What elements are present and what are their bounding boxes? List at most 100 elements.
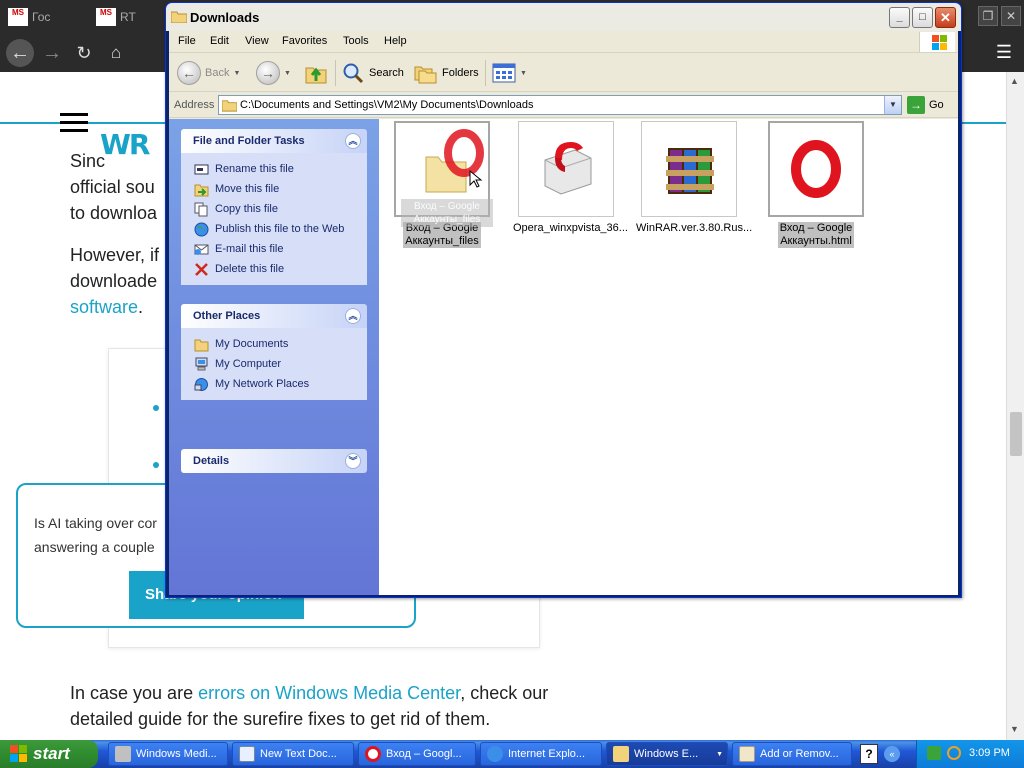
panel-body: Rename this file Move this file Copy thi…: [181, 153, 367, 285]
browser-tab-label: Гос: [32, 10, 51, 24]
software-link[interactable]: software: [70, 297, 138, 317]
task-copy[interactable]: Copy this file: [181, 199, 367, 219]
task-publish[interactable]: Publish this file to the Web: [181, 219, 367, 239]
panel-header[interactable]: Other Places ︽: [181, 304, 367, 328]
close-icon[interactable]: ✕: [1001, 6, 1021, 26]
chevron-down-icon[interactable]: ▼: [884, 96, 901, 114]
chevron-down-icon: ▼: [520, 69, 527, 77]
file-thumbnail: [518, 121, 614, 217]
task-delete[interactable]: Delete this file: [181, 259, 367, 279]
place-label: My Computer: [215, 358, 282, 370]
article-line: detailed guide for the surefire fixes to…: [70, 709, 491, 729]
panel-header[interactable]: File and Folder Tasks ︽: [181, 129, 367, 153]
back-arrow-icon[interactable]: ←: [6, 39, 34, 67]
back-button[interactable]: ← Back ▼: [177, 60, 240, 86]
search-icon[interactable]: [947, 746, 961, 760]
address-input[interactable]: C:\Documents and Settings\VM2\My Documen…: [218, 95, 902, 115]
collapse-icon[interactable]: ︽: [345, 308, 361, 324]
file-name-line: WinRAR.ver.3.80.Rus...: [636, 222, 753, 234]
search-button[interactable]: Search: [341, 60, 404, 86]
file-list-view[interactable]: Вход – Google Аккаунты_files Opera_winxp…: [379, 119, 958, 595]
task-email[interactable]: E-mail this file: [181, 239, 367, 259]
minimize-icon[interactable]: _: [889, 7, 910, 28]
browser-scrollbar[interactable]: ▲ ▼: [1006, 72, 1024, 740]
survey-line: Is AI taking over cor: [34, 515, 157, 531]
task-move[interactable]: Move this file: [181, 179, 367, 199]
clock[interactable]: 3:09 PM: [969, 747, 1010, 759]
menu-tools[interactable]: Tools: [343, 35, 369, 47]
panel-title: File and Folder Tasks: [193, 135, 305, 147]
window-title: Downloads: [190, 10, 260, 25]
restore-icon[interactable]: ❐: [978, 6, 998, 26]
taskbar-item[interactable]: Вход – Googl...: [358, 742, 476, 766]
file-item-winrar[interactable]: WinRAR.ver.3.80.Rus...: [634, 121, 752, 235]
forward-arrow-icon: →: [256, 61, 280, 85]
panel-header[interactable]: Details ︾: [181, 449, 367, 473]
network-icon[interactable]: [927, 746, 941, 760]
taskbar-item[interactable]: Internet Explo...: [480, 742, 602, 766]
app-icon: [115, 746, 131, 762]
collapse-icon[interactable]: ︽: [345, 133, 361, 149]
home-icon[interactable]: ⌂: [102, 39, 130, 67]
place-my-network[interactable]: My Network Places: [181, 374, 367, 394]
panel-title: Details: [193, 455, 230, 467]
menu-file[interactable]: File: [178, 35, 196, 47]
maximize-icon[interactable]: □: [912, 7, 933, 28]
window-title-bar[interactable]: Downloads _ □ ✕: [166, 3, 961, 31]
menu-help[interactable]: Help: [384, 35, 407, 47]
help-icon[interactable]: ?: [860, 744, 878, 764]
folders-button[interactable]: Folders: [414, 60, 479, 86]
expand-icon[interactable]: ︾: [345, 453, 361, 469]
scroll-down-icon[interactable]: ▼: [1010, 724, 1019, 734]
scroll-up-icon[interactable]: ▲: [1010, 76, 1019, 86]
file-item-opera-installer[interactable]: Opera_winxpvista_36...: [511, 121, 628, 235]
windows-logo-icon: [919, 32, 955, 52]
browser-tab[interactable]: MS RT: [96, 6, 136, 28]
file-folder-tasks-panel: File and Folder Tasks ︽ Rename this file…: [181, 129, 367, 285]
task-rename[interactable]: Rename this file: [181, 159, 367, 179]
browser-tab[interactable]: MS Гос: [8, 6, 50, 28]
place-my-documents[interactable]: My Documents: [181, 334, 367, 354]
menu-edit[interactable]: Edit: [210, 35, 229, 47]
forward-button[interactable]: → ▼: [256, 60, 291, 86]
network-icon: [194, 377, 208, 391]
go-button[interactable]: → Go: [907, 96, 944, 114]
place-my-computer[interactable]: My Computer: [181, 354, 367, 374]
menu-icon[interactable]: ☰: [994, 42, 1014, 62]
chevron-down-icon: ▼: [284, 69, 291, 77]
task-label: Copy this file: [215, 203, 278, 215]
hamburger-icon[interactable]: [60, 113, 88, 133]
article-text: .: [138, 297, 144, 317]
forward-arrow-icon[interactable]: →: [38, 39, 66, 67]
views-button[interactable]: ▼: [492, 60, 527, 86]
start-button[interactable]: start: [0, 740, 98, 768]
close-icon[interactable]: ✕: [935, 7, 956, 28]
scroll-thumb[interactable]: [1010, 412, 1022, 456]
folder-icon: [613, 746, 629, 762]
back-label: Back: [205, 67, 230, 79]
list-bullet: [153, 405, 159, 411]
task-label: Rename this file: [215, 163, 294, 175]
errors-link[interactable]: errors on Windows Media Center: [198, 683, 460, 703]
up-folder-button[interactable]: [304, 60, 328, 86]
reload-icon[interactable]: ↻: [70, 39, 98, 67]
taskbar-item[interactable]: New Text Doc...: [232, 742, 354, 766]
file-item-html[interactable]: Вход – Google Аккаунты.html: [761, 121, 871, 248]
file-name: WinRAR.ver.3.80.Rus...: [634, 222, 754, 235]
taskbar-item[interactable]: Windows Medi...: [108, 742, 228, 766]
menu-favorites[interactable]: Favorites: [282, 35, 327, 47]
chevron-down-icon: ▼: [716, 750, 723, 758]
taskbar-item[interactable]: Add or Remov...: [732, 742, 852, 766]
file-name-line: Вход – Google: [779, 222, 853, 234]
folders-icon: [414, 66, 437, 84]
taskbar-item-active[interactable]: Windows E... ▼: [606, 742, 728, 766]
file-item-folder[interactable]: Вход – Google Аккаунты_files: [387, 121, 497, 248]
chevron-left-icon[interactable]: «: [884, 746, 900, 762]
windows-logo-icon: [10, 745, 28, 763]
address-path: C:\Documents and Settings\VM2\My Documen…: [240, 99, 534, 111]
taskbar-item-label: Internet Explo...: [508, 748, 586, 760]
computer-icon: [195, 357, 208, 370]
taskbar-item-label: Вход – Googl...: [386, 748, 462, 760]
menu-view[interactable]: View: [245, 35, 269, 47]
views-icon: [492, 63, 516, 83]
